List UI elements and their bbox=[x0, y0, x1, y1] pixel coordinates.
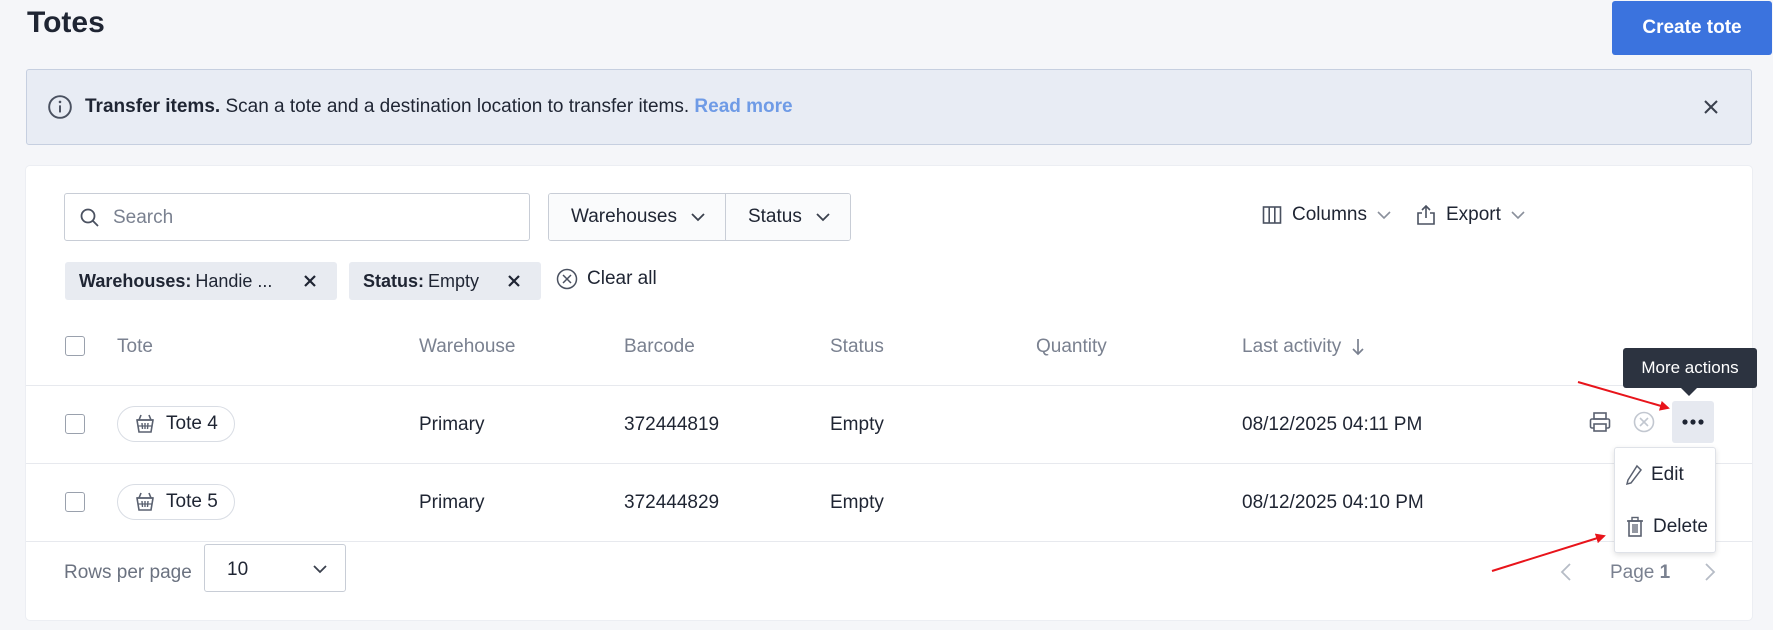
more-horizontal-icon bbox=[1682, 419, 1704, 425]
chevron-down-icon bbox=[816, 213, 830, 222]
header-warehouse[interactable]: Warehouse bbox=[419, 336, 515, 358]
cell-warehouse: Primary bbox=[419, 414, 485, 435]
previous-page-icon[interactable] bbox=[1560, 562, 1572, 582]
tote-name: Tote 5 bbox=[166, 491, 218, 512]
chevron-down-icon bbox=[1511, 211, 1525, 220]
chip-key: Status: bbox=[363, 270, 425, 291]
remove-chip-icon[interactable] bbox=[507, 274, 521, 288]
remove-chip-icon[interactable] bbox=[303, 274, 317, 288]
search-icon bbox=[80, 208, 99, 227]
header-tote[interactable]: Tote bbox=[117, 336, 153, 358]
info-icon bbox=[48, 95, 72, 119]
banner-message: Scan a tote and a destination location t… bbox=[220, 96, 695, 117]
sort-arrow-down-icon bbox=[1352, 339, 1364, 356]
cell-status: Empty bbox=[830, 492, 884, 513]
filter-chip-warehouses: Warehouses: Handie ... bbox=[65, 262, 337, 300]
info-banner: Transfer items. Scan a tote and a destin… bbox=[26, 69, 1752, 145]
page-indicator: Page 1 bbox=[1610, 562, 1670, 584]
create-tote-button[interactable]: Create tote bbox=[1612, 1, 1772, 55]
filter-chip-status: Status: Empty bbox=[349, 262, 541, 300]
columns-label: Columns bbox=[1292, 204, 1367, 225]
tote-name: Tote 4 bbox=[166, 413, 218, 434]
print-icon[interactable] bbox=[1588, 410, 1612, 434]
rows-per-page-label: Rows per page bbox=[64, 562, 192, 583]
clear-circle-icon bbox=[556, 268, 578, 290]
row-checkbox[interactable] bbox=[65, 414, 85, 434]
banner-text: Transfer items. Scan a tote and a destin… bbox=[85, 96, 793, 118]
row-divider bbox=[26, 541, 1752, 542]
header-last-activity-label: Last activity bbox=[1242, 336, 1342, 357]
cell-last-activity: 08/12/2025 04:11 PM bbox=[1242, 414, 1423, 435]
export-button[interactable]: Export bbox=[1416, 204, 1525, 226]
pencil-icon bbox=[1625, 464, 1642, 486]
search-input[interactable] bbox=[111, 202, 515, 234]
chip-key: Warehouses: bbox=[79, 270, 192, 291]
menu-item-edit-label: Edit bbox=[1651, 464, 1684, 485]
status-filter-label: Status bbox=[747, 206, 802, 227]
warehouses-filter[interactable]: Warehouses bbox=[549, 194, 725, 240]
clear-all-label: Clear all bbox=[587, 268, 657, 289]
cell-warehouse: Primary bbox=[419, 492, 485, 513]
chip-value: Empty bbox=[428, 270, 480, 291]
chevron-down-icon bbox=[691, 213, 705, 222]
more-actions-menu: Edit Delete bbox=[1614, 447, 1716, 553]
more-actions-button[interactable] bbox=[1672, 401, 1714, 443]
next-page-icon[interactable] bbox=[1704, 562, 1716, 582]
rows-per-page-value: 10 bbox=[227, 559, 249, 580]
rows-per-page-select[interactable]: 10 bbox=[204, 544, 346, 592]
menu-item-edit[interactable]: Edit bbox=[1625, 464, 1684, 486]
page-number: 1 bbox=[1659, 562, 1671, 583]
chevron-down-icon bbox=[1377, 211, 1391, 220]
chip-value: Handie ... bbox=[195, 270, 273, 291]
header-last-activity[interactable]: Last activity bbox=[1242, 336, 1365, 358]
row-divider bbox=[26, 463, 1752, 464]
filter-group: Warehouses Status bbox=[548, 193, 851, 241]
read-more-link[interactable]: Read more bbox=[694, 96, 792, 117]
menu-item-delete-label: Delete bbox=[1653, 516, 1708, 537]
select-all-checkbox[interactable] bbox=[65, 336, 85, 356]
row-checkbox[interactable] bbox=[65, 492, 85, 512]
cell-last-activity: 08/12/2025 04:10 PM bbox=[1242, 492, 1424, 513]
totes-card: Warehouses Status Columns Export Warehou… bbox=[26, 166, 1752, 620]
trash-icon bbox=[1627, 516, 1643, 537]
clear-all-button[interactable]: Clear all bbox=[556, 268, 657, 290]
tote-pill[interactable]: Tote 4 bbox=[117, 406, 235, 442]
search-box[interactable] bbox=[64, 193, 530, 241]
basket-icon bbox=[136, 414, 154, 433]
cell-barcode: 372444819 bbox=[624, 414, 720, 435]
cancel-circle-icon[interactable] bbox=[1632, 410, 1656, 434]
cell-barcode: 372444829 bbox=[624, 492, 720, 513]
warehouses-filter-label: Warehouses bbox=[571, 206, 677, 227]
cell-status: Empty bbox=[830, 414, 884, 435]
columns-button[interactable]: Columns bbox=[1262, 204, 1391, 226]
chevron-down-icon bbox=[313, 565, 327, 574]
page-title: Totes bbox=[27, 6, 105, 39]
row-divider bbox=[26, 385, 1752, 386]
tote-pill[interactable]: Tote 5 bbox=[117, 484, 235, 520]
export-icon bbox=[1417, 204, 1435, 225]
status-filter[interactable]: Status bbox=[724, 194, 850, 240]
columns-icon bbox=[1262, 206, 1282, 224]
basket-icon bbox=[136, 492, 154, 511]
banner-title: Transfer items. bbox=[85, 96, 221, 117]
page-label: Page bbox=[1610, 562, 1655, 583]
header-status[interactable]: Status bbox=[830, 336, 884, 358]
header-quantity[interactable]: Quantity bbox=[1036, 336, 1107, 358]
menu-item-delete[interactable]: Delete bbox=[1625, 516, 1708, 538]
close-icon[interactable] bbox=[1701, 97, 1721, 117]
export-label: Export bbox=[1446, 204, 1501, 225]
header-barcode[interactable]: Barcode bbox=[624, 336, 695, 358]
more-actions-tooltip: More actions bbox=[1623, 348, 1757, 396]
